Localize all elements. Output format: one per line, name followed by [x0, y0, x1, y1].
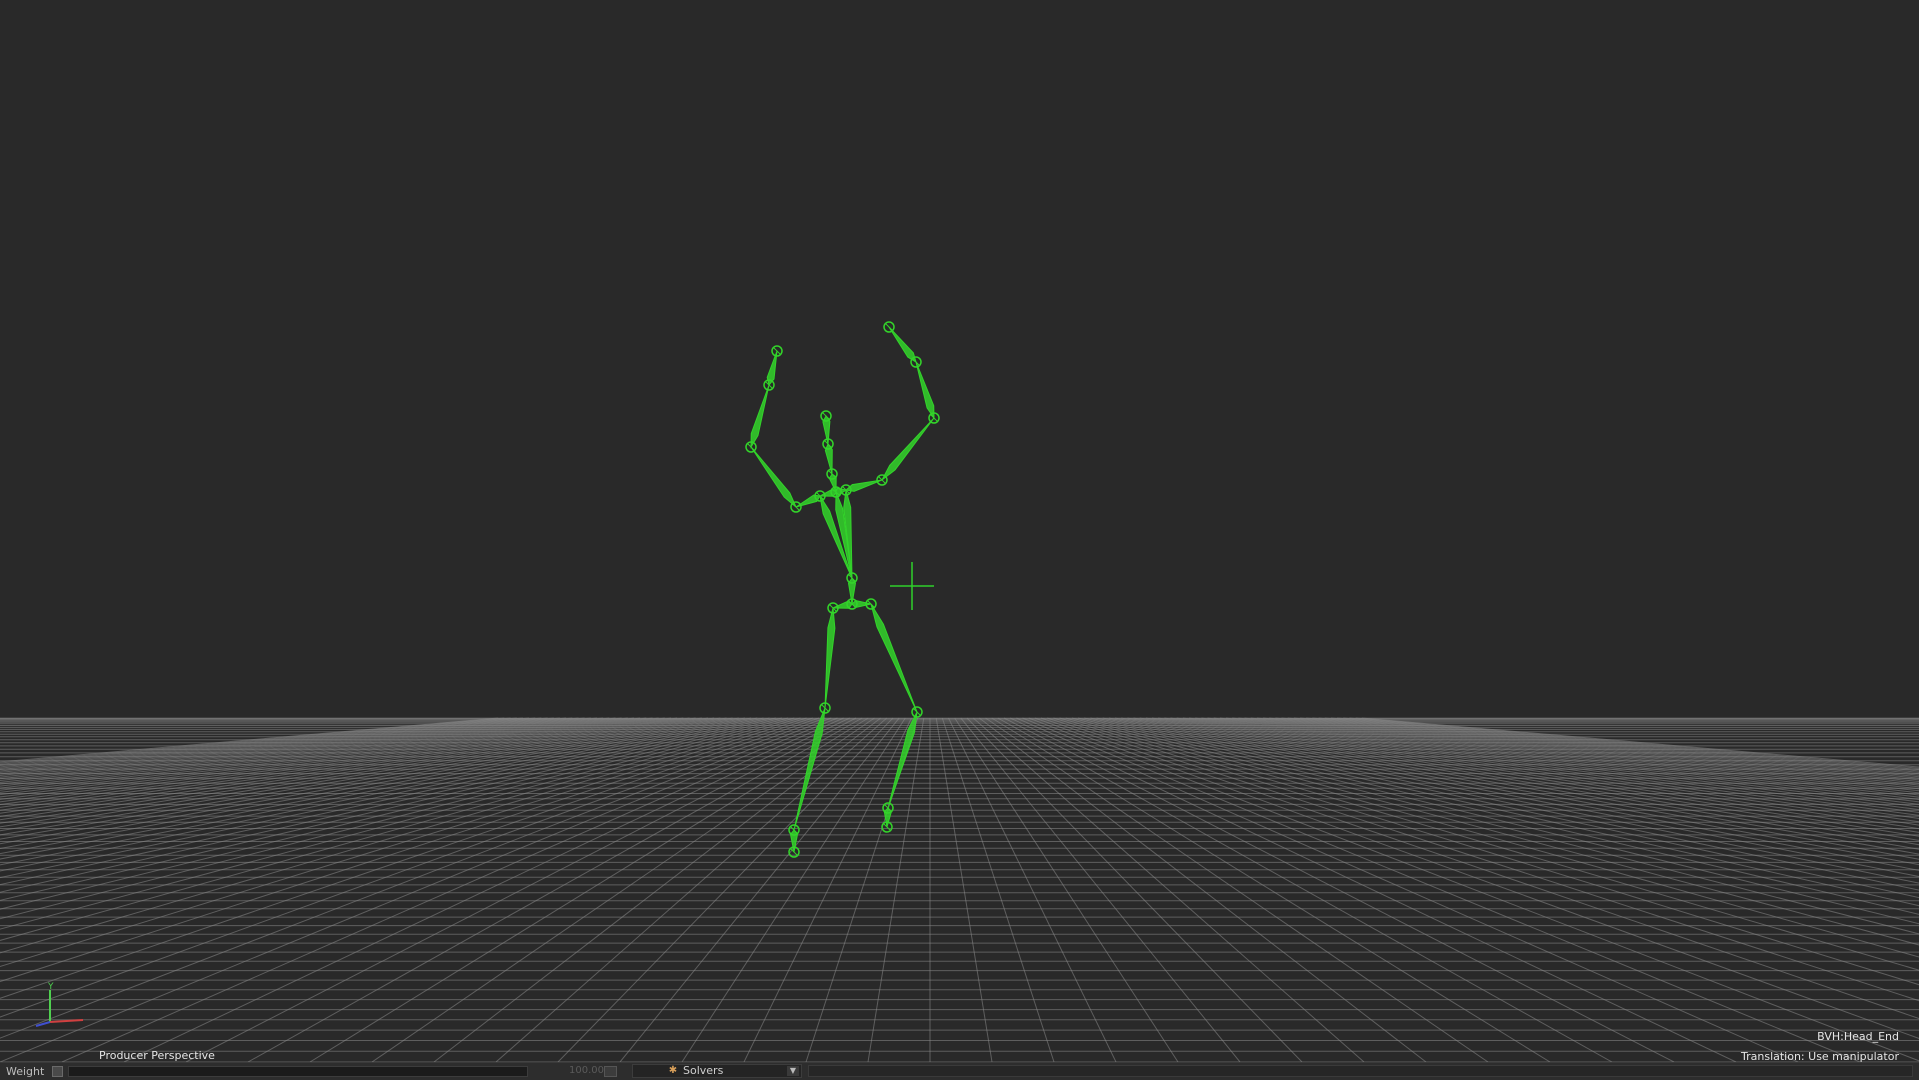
skeleton-bone — [820, 489, 836, 496]
skeleton-bone — [889, 327, 916, 362]
skeleton-joint-marker — [886, 324, 893, 331]
weight-value-field[interactable]: 100.00 — [534, 1065, 604, 1077]
weight-slider[interactable] — [68, 1066, 528, 1077]
skeleton-joint-marker — [913, 359, 920, 366]
weight-checkbox[interactable] — [52, 1066, 63, 1077]
scene-canvas[interactable] — [0, 0, 1919, 1062]
solvers-dropdown[interactable]: ✱ Solvers ▼ — [632, 1064, 802, 1078]
weight-label: Weight — [6, 1065, 44, 1078]
solver-icon: ✱ — [667, 1065, 679, 1077]
skeleton-bone — [882, 418, 934, 480]
skeleton-bone — [796, 495, 820, 507]
axis-y-label: Y — [47, 982, 54, 992]
bottom-toolbar: Weight 100.00 ✱ Solvers ▼ — [0, 1062, 1919, 1080]
skeleton-bone — [751, 385, 769, 447]
status-field — [808, 1065, 1913, 1077]
weight-button[interactable] — [604, 1066, 617, 1077]
skeleton-joint-marker — [793, 504, 800, 511]
3d-viewport[interactable]: Y Producer Perspective BVH:Head_End Tran… — [0, 0, 1919, 1062]
pivot-crosshair — [890, 562, 934, 610]
skeleton-bone — [871, 604, 917, 712]
solvers-dropdown-label: Solvers — [683, 1065, 723, 1077]
skeleton-bone — [751, 447, 796, 507]
axis-gizmo: Y — [28, 980, 98, 1030]
bvh-skeleton[interactable] — [746, 322, 939, 857]
chevron-down-icon[interactable]: ▼ — [787, 1066, 799, 1076]
floor-grid — [0, 718, 1919, 1062]
camera-label[interactable]: Producer Perspective — [99, 1049, 215, 1062]
skeleton-bone — [916, 362, 934, 418]
skeleton-bone — [825, 608, 835, 708]
selected-object-label: BVH:Head_End — [1817, 1030, 1899, 1043]
